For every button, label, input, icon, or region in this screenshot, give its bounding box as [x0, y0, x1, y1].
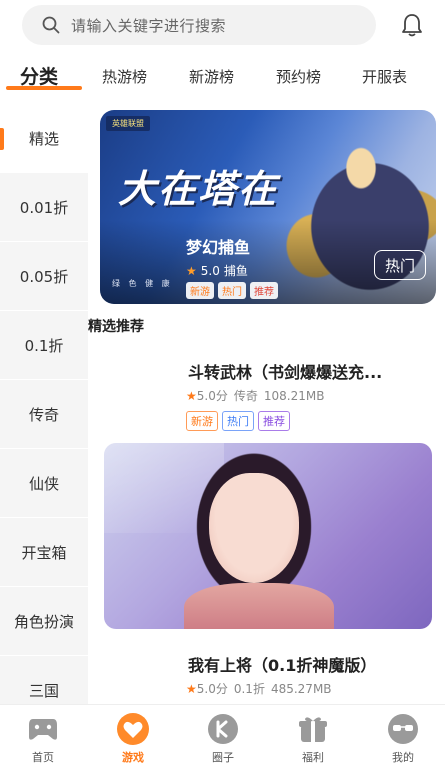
game-genre: 传奇 — [233, 389, 258, 403]
nav-games[interactable]: 游戏 — [103, 711, 163, 765]
badge-new: 新游 — [186, 282, 214, 299]
search-bar[interactable]: 请输入关键字进行搜索 — [22, 5, 376, 45]
tab-server-schedule[interactable]: 开服表 — [362, 66, 407, 87]
star-icon: ★ — [186, 263, 197, 278]
tag-hot: 热门 — [222, 411, 254, 431]
tab-reservation[interactable]: 预约榜 — [276, 66, 321, 87]
nav-circle[interactable]: 圈子 — [193, 711, 253, 765]
banner-game-name: 梦幻捕鱼 — [186, 238, 251, 257]
sidebar-item-treasure-box[interactable]: 开宝箱 — [0, 518, 88, 587]
banner-rating: ★ 5.0 捕鱼 — [186, 262, 248, 279]
badge-hot: 热门 — [218, 282, 246, 299]
nav-circle-label: 圈子 — [212, 751, 234, 764]
gamepad-icon — [25, 711, 61, 747]
nav-welfare-label: 福利 — [302, 751, 324, 764]
game-rating: 5.0分 — [196, 682, 228, 696]
game-title[interactable]: 斗转武林（书剑爆爆送充... — [188, 359, 382, 383]
game-title[interactable]: 我有上将（0.1折神魔版） — [188, 652, 376, 676]
game-genre: 0.1折 — [233, 682, 265, 696]
featured-banner[interactable]: 英雄联盟 大在塔在 绿 色 健 康 梦幻捕鱼 ★ 5.0 捕鱼 新游 热门 推荐… — [100, 110, 436, 304]
tag-new: 新游 — [186, 411, 218, 431]
sidebar-item-01-discount[interactable]: 0.1折 — [0, 311, 88, 380]
bell-icon[interactable] — [398, 11, 426, 39]
tag-recommend: 推荐 — [258, 411, 290, 431]
nav-home-label: 首页 — [32, 751, 54, 764]
banner-art-title: 大在塔在 — [118, 167, 279, 211]
nav-welfare[interactable]: 福利 — [283, 711, 343, 765]
game-size: 108.21MB — [263, 388, 325, 403]
banner-disclaimer: 绿 色 健 康 — [112, 279, 173, 288]
content-area: 英雄联盟 大在塔在 绿 色 健 康 梦幻捕鱼 ★ 5.0 捕鱼 新游 热门 推荐… — [88, 104, 445, 704]
tab-category[interactable]: 分类 — [20, 62, 58, 89]
sidebar-item-legend[interactable]: 传奇 — [0, 380, 88, 449]
search-placeholder: 请输入关键字进行搜索 — [71, 16, 227, 35]
sidebar-item-001-discount[interactable]: 0.01折 — [0, 173, 88, 242]
game-meta: ★5.0分 传奇 108.21MB — [186, 387, 324, 404]
badge-recommend: 推荐 — [250, 282, 278, 299]
banner-logo: 英雄联盟 — [106, 116, 150, 131]
star-icon: ★ — [186, 682, 197, 696]
game-meta: ★5.0分 0.1折 485.27MB — [186, 680, 332, 697]
games-heart-icon — [115, 711, 151, 747]
nav-home[interactable]: 首页 — [13, 711, 73, 765]
game-size: 485.27MB — [270, 681, 332, 696]
section-title: 精选推荐 — [88, 319, 144, 335]
active-tab-indicator — [6, 86, 82, 90]
game-tags: 新游 热门 推荐 — [186, 411, 290, 431]
nav-games-label: 游戏 — [122, 751, 144, 764]
banner-badges: 新游 热门 推荐 — [186, 282, 278, 299]
rating-group: ★5.0分 — [186, 680, 228, 697]
banner-genre: 捕鱼 — [223, 264, 248, 278]
gift-icon — [295, 711, 331, 747]
user-sunglasses-icon — [385, 711, 421, 747]
sidebar-item-005-discount[interactable]: 0.05折 — [0, 242, 88, 311]
sidebar-item-xianxia[interactable]: 仙侠 — [0, 449, 88, 518]
star-icon: ★ — [186, 389, 197, 403]
tab-hot-games[interactable]: 热游榜 — [102, 66, 147, 87]
category-sidebar: 精选 0.01折 0.05折 0.1折 传奇 仙侠 开宝箱 角色扮演 三国 — [0, 104, 88, 704]
game-cover-image[interactable] — [104, 443, 432, 629]
sidebar-item-rpg[interactable]: 角色扮演 — [0, 587, 88, 656]
nav-mine-label: 我的 — [392, 751, 414, 764]
cover-dress-art — [184, 583, 334, 629]
sidebar-item-three-kingdoms[interactable]: 三国 — [0, 656, 88, 704]
tab-new-games[interactable]: 新游榜 — [189, 66, 234, 87]
rating-group: ★5.0分 — [186, 387, 228, 404]
sidebar-item-featured[interactable]: 精选 — [0, 104, 88, 173]
banner-rating-value: 5.0 — [200, 263, 220, 278]
nav-mine[interactable]: 我的 — [373, 711, 433, 765]
circle-chat-icon — [205, 711, 241, 747]
hot-button[interactable]: 热门 — [373, 250, 426, 280]
top-tab-bar: 分类 热游榜 新游榜 预约榜 开服表 — [0, 56, 445, 100]
game-rating: 5.0分 — [196, 389, 228, 403]
bottom-navigation: 首页 游戏 圈子 福利 我的 — [0, 704, 445, 770]
cover-face-art — [209, 473, 299, 583]
search-icon — [40, 14, 62, 36]
